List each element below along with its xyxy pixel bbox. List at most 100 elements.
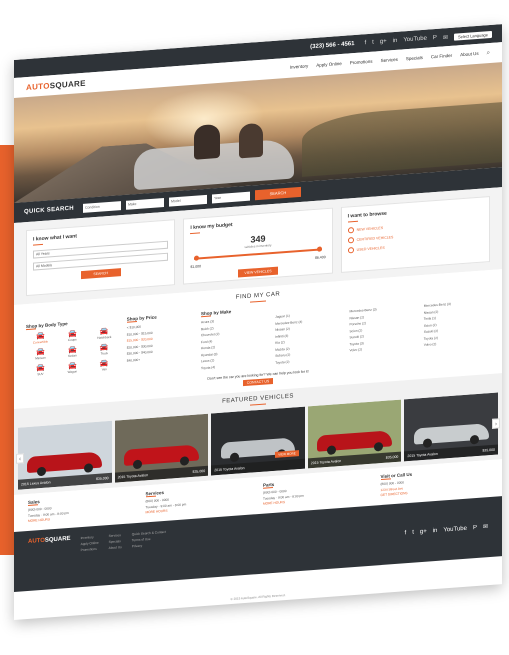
make-column-4: Mercedes-Benz (3) Nissan (2) Tesla (1) S… xyxy=(424,290,490,356)
card-know-my-budget: I know my budget 349 vehicles in invento… xyxy=(183,207,333,285)
hero-person-driver xyxy=(194,123,220,160)
want-search-button[interactable]: SEARCH xyxy=(80,268,121,280)
price-title: Shop by Price xyxy=(126,314,157,322)
footer-links-2: Services Specials About Us xyxy=(109,532,122,577)
price-column: Shop by Price < $10,000 $10,000 - $15,00… xyxy=(126,312,193,378)
nav-promotions[interactable]: Promotions xyxy=(350,58,373,67)
info-services: Services (800) 000 - 0000 Tuesday · 9:00… xyxy=(145,483,254,515)
title-underline xyxy=(347,220,358,223)
pinterest-icon[interactable]: P xyxy=(473,525,477,531)
budget-max: $6,400 xyxy=(314,255,326,260)
nav-car-finder[interactable]: Car Finder xyxy=(431,52,452,61)
footer-links-1: Inventory Apply Online Promotions xyxy=(81,533,99,578)
email-icon[interactable]: ✉ xyxy=(443,34,448,41)
featured-car-card[interactable]: 2015 Toyota Avalon $35,000 xyxy=(404,392,498,462)
body-type-coupe[interactable]: 🚘 Coupe xyxy=(58,329,87,343)
quick-search-button[interactable]: SEARCH xyxy=(254,186,301,201)
nav-specials[interactable]: Specials xyxy=(406,54,423,62)
slider-min-handle[interactable] xyxy=(194,255,200,261)
featured-car-card[interactable]: 2015 Toyota Avalon $35,000 xyxy=(307,399,402,469)
body-type-column: Shop by Body Type 🚘 Convertible 🚘 Coupe 🚘 H… xyxy=(26,317,119,385)
condition-select[interactable]: Condition xyxy=(82,200,121,213)
facebook-icon[interactable]: f xyxy=(405,530,407,536)
body-type-sedan[interactable]: 🚘 Sedan xyxy=(58,345,87,359)
body-type-truck[interactable]: 🚘 Truck xyxy=(90,342,119,356)
title-underline xyxy=(33,243,43,246)
footer-link[interactable]: Promotions xyxy=(81,545,99,552)
circle-icon xyxy=(347,247,354,254)
card-want-to-browse: I want to browse NEW VEHICLES CERTIFIED … xyxy=(340,196,490,274)
google-plus-icon[interactable]: g+ xyxy=(380,39,387,46)
model-select[interactable]: Model xyxy=(168,194,207,207)
car-name: 2015 Toyota Avalon xyxy=(407,451,438,459)
featured-car-card[interactable]: VIEW MORE 2015 Toyota Avalon xyxy=(211,406,305,476)
quick-search-title: QUICK SEARCH xyxy=(24,205,74,216)
nav-inventory[interactable]: Inventory xyxy=(290,63,309,71)
pinterest-icon[interactable]: P xyxy=(433,35,437,41)
info-visit: Visit or Call Us (800) 000 - 0000 1234 S… xyxy=(380,466,489,498)
footer-link[interactable]: About Us xyxy=(109,544,122,551)
car-name: 2015 Toyota Avalon xyxy=(117,473,149,480)
body-type-hatchback[interactable]: 🚘 Hatchback xyxy=(90,326,119,340)
search-icon[interactable]: ⌕ xyxy=(487,50,490,57)
budget-min: $1,000 xyxy=(190,264,202,270)
make-select[interactable]: Make xyxy=(125,197,164,210)
footer-social: f t g+ in YouTube P ✉ xyxy=(405,505,488,555)
footer-logo[interactable]: AUTOSQUARE xyxy=(28,535,71,582)
info-sales: Sales (800) 000 - 0000 Tuesday · 9:00 am… xyxy=(28,492,136,524)
body-type-grid: 🚘 Convertible 🚘 Coupe 🚘 Hatchback 🚘 Minivan … xyxy=(26,326,119,377)
carousel-prev-arrow-icon[interactable]: ‹ xyxy=(16,453,24,464)
car-name: 2015 Toyota Avalon xyxy=(310,458,342,466)
body-type-minivan[interactable]: 🚘 Minivan xyxy=(26,347,55,361)
title-underline xyxy=(190,232,201,235)
card-title: I want to browse xyxy=(347,210,387,220)
view-vehicles-button[interactable]: VIEW VEHICLES xyxy=(237,266,278,278)
featured-car-card[interactable]: 2015 Toyota Avalon $35,000 xyxy=(114,413,209,483)
facebook-icon[interactable]: f xyxy=(364,40,366,46)
carousel-next-arrow-icon[interactable]: › xyxy=(492,418,500,429)
copyright: © 2015 AutoSquare. All Rights Reserved. xyxy=(230,593,286,602)
linkedin-icon[interactable]: in xyxy=(393,38,398,44)
title-underline xyxy=(250,403,266,406)
nav-apply-online[interactable]: Apply Online xyxy=(316,60,342,69)
circle-icon xyxy=(347,227,354,234)
linkedin-icon[interactable]: in xyxy=(433,527,438,533)
body-type-wagon[interactable]: 🚘 Wagon xyxy=(58,361,87,375)
hero-trees xyxy=(302,102,502,177)
car-wheel xyxy=(326,445,336,456)
contact-us-button[interactable]: CONTACT US xyxy=(243,377,273,387)
car-price: $35,000 xyxy=(95,476,109,481)
footer-links-3: Quick Search & Contact Terms of Use Priv… xyxy=(132,528,166,574)
card-title: I know what I want xyxy=(33,233,77,243)
youtube-icon[interactable]: YouTube xyxy=(443,525,467,533)
website-mockup: (323) 566 - 4561 f t g+ in YouTube P ✉ S… xyxy=(14,24,502,621)
circle-icon xyxy=(347,237,354,244)
email-icon[interactable]: ✉ xyxy=(483,523,488,530)
card-know-what-i-want: I know what I want All Years All Models … xyxy=(26,219,176,297)
car-name: 2015 Toyota Avalon xyxy=(214,466,245,473)
make-column-3: Mercedes-Benz (3) Nissan (2) Porsche (2)… xyxy=(350,295,416,361)
info-parts: Parts (800) 000 - 0000 Tuesday · 9:00 am… xyxy=(263,475,371,507)
hero-person-passenger xyxy=(239,122,263,159)
body-type-suv[interactable]: 🚘 SUV xyxy=(26,363,55,377)
car-price: $35,000 xyxy=(385,454,399,460)
phone-number[interactable]: (323) 566 - 4561 xyxy=(310,41,354,50)
make-column-1: Shop by Make Acura (3) Buick (2) Chevrol… xyxy=(201,306,267,372)
body-type-convertible[interactable]: 🚘 Convertible xyxy=(26,331,55,345)
nav-about-us[interactable]: About Us xyxy=(460,50,479,58)
youtube-icon[interactable]: YouTube xyxy=(403,36,427,44)
car-name: 2015 Lexus Avalon xyxy=(21,480,51,487)
card-title: I know my budget xyxy=(190,221,233,232)
site-logo[interactable]: AUTOSQUARE xyxy=(26,78,86,91)
twitter-icon[interactable]: t xyxy=(372,40,374,46)
language-select[interactable]: Select Language xyxy=(453,30,492,41)
twitter-icon[interactable]: t xyxy=(412,529,414,535)
featured-car-card[interactable]: 2015 Lexus Avalon $35,000 xyxy=(18,420,112,490)
make-title: Shop by Make xyxy=(201,309,232,317)
car-price: $35,000 xyxy=(192,468,206,474)
slider-max-handle[interactable] xyxy=(316,246,322,252)
year-select[interactable]: Year xyxy=(211,191,250,203)
nav-services[interactable]: Services xyxy=(381,56,398,64)
body-type-van[interactable]: 🚘 Van xyxy=(90,358,119,372)
google-plus-icon[interactable]: g+ xyxy=(420,528,427,535)
